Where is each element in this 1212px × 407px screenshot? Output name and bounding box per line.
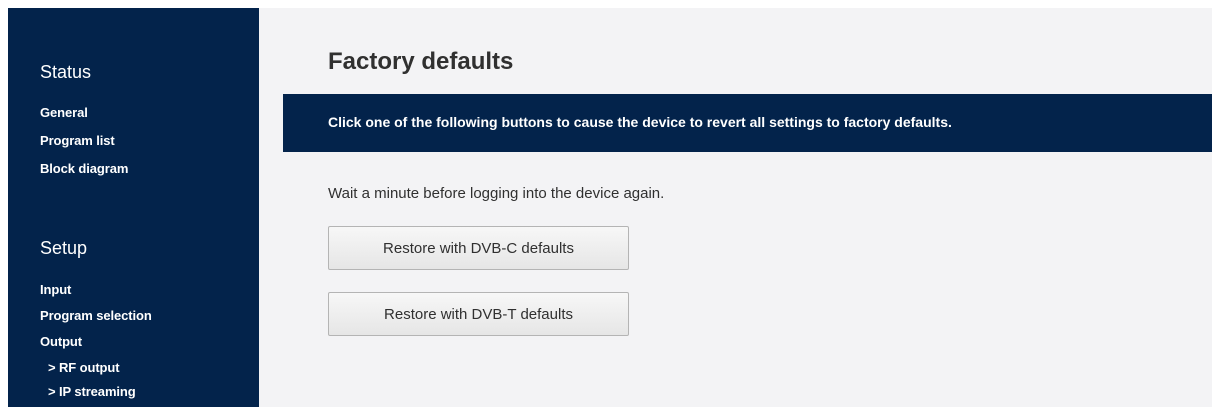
main-content: Factory defaults Click one of the follow…	[259, 8, 1212, 407]
sidebar-item-ip-streaming[interactable]: > IP streaming	[48, 384, 136, 399]
wait-message: Wait a minute before logging into the de…	[328, 185, 665, 202]
sidebar-item-program-selection[interactable]: Program selection	[40, 308, 152, 323]
sidebar-item-block-diagram[interactable]: Block diagram	[40, 161, 128, 176]
restore-dvb-t-button[interactable]: Restore with DVB-T defaults	[328, 292, 629, 336]
sidebar-item-input[interactable]: Input	[40, 282, 71, 297]
sidebar-item-program-list[interactable]: Program list	[40, 133, 115, 148]
sidebar-item-output[interactable]: Output	[40, 334, 82, 349]
setup-section-title: Setup	[40, 238, 88, 258]
banner-text: Click one of the following buttons to ca…	[328, 114, 952, 130]
info-banner: Click one of the following buttons to ca…	[283, 94, 1212, 152]
page-title: Factory defaults	[328, 48, 514, 75]
restore-dvb-c-button[interactable]: Restore with DVB-C defaults	[328, 226, 629, 270]
sidebar-item-rf-output[interactable]: > RF output	[48, 360, 120, 375]
sidebar-item-general[interactable]: General	[40, 105, 88, 120]
status-section-title: Status	[40, 62, 92, 82]
sidebar: Status General Program list Block diagra…	[8, 8, 259, 407]
